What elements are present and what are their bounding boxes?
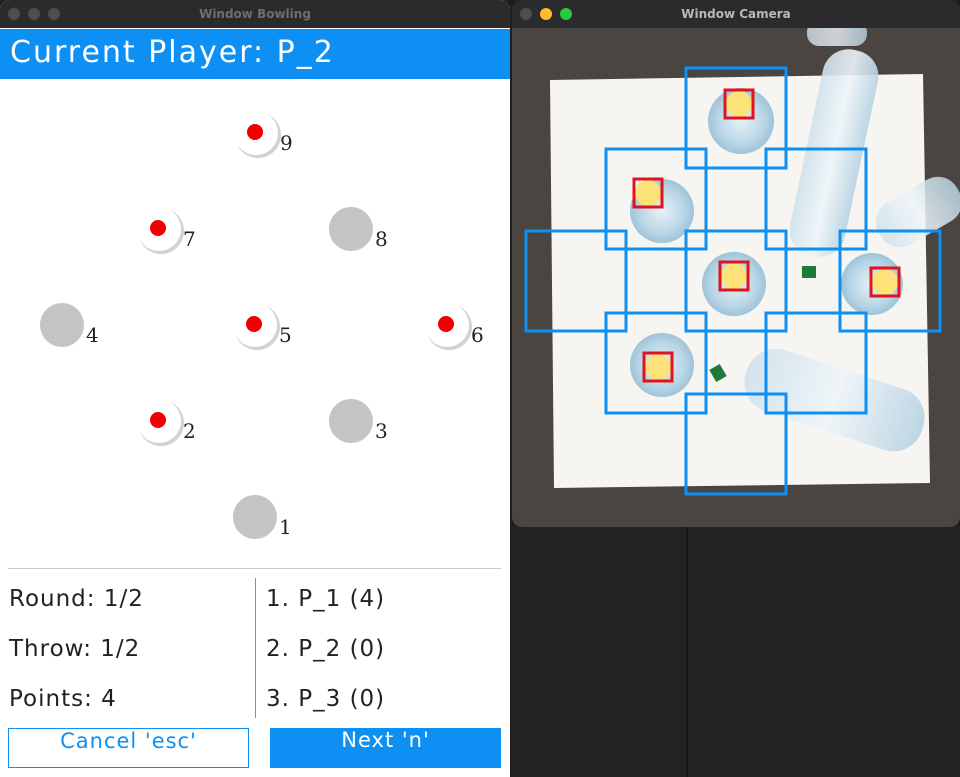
throw-label: Throw: 1/2 <box>9 636 141 662</box>
camera-window: Window Camera <box>512 0 960 527</box>
section-divider <box>8 568 501 569</box>
pin-1: 1 <box>233 495 292 539</box>
cancel-button[interactable]: Cancel 'esc' <box>8 728 249 768</box>
pin-number: 8 <box>375 227 388 251</box>
bowling-window: Window Bowling Current Player: P_2 9 7 8… <box>0 0 510 777</box>
pin-number: 6 <box>471 323 484 347</box>
ranking-item: 3. P_3 (0) <box>266 686 386 712</box>
desktop-divider <box>686 527 688 777</box>
zoom-button[interactable] <box>48 8 60 20</box>
close-button[interactable] <box>8 8 20 20</box>
pin-6: 6 <box>425 303 484 347</box>
pin-7: 7 <box>137 207 196 251</box>
pin-number: 1 <box>279 515 292 539</box>
pin-number: 3 <box>375 419 388 443</box>
pin-4: 4 <box>40 303 99 347</box>
camera-titlebar[interactable]: Window Camera <box>512 0 960 28</box>
current-player-label: Current Player: P_2 <box>10 35 335 70</box>
pin-5: 5 <box>233 303 292 347</box>
pin-number: 9 <box>280 131 293 155</box>
ranking-item: 2. P_2 (0) <box>266 636 386 662</box>
pin-3: 3 <box>329 399 388 443</box>
column-divider <box>255 578 256 718</box>
pin-8: 8 <box>329 207 388 251</box>
pin-standing-dot <box>247 124 263 140</box>
pin-2: 2 <box>137 399 196 443</box>
ranking-item: 1. P_1 (4) <box>266 586 386 612</box>
pin-standing-dot <box>246 316 262 332</box>
desktop-background <box>512 527 960 777</box>
lying-bottle <box>807 28 867 46</box>
pin-disc <box>329 207 373 251</box>
current-player-header: Current Player: P_2 <box>0 29 510 79</box>
zoom-button[interactable] <box>560 8 572 20</box>
window-title: Window Camera <box>681 7 791 21</box>
pin-number: 4 <box>86 323 99 347</box>
pin-9: 9 <box>234 111 293 155</box>
pin-disc <box>329 399 373 443</box>
window-title: Window Bowling <box>199 7 311 21</box>
pin-number: 5 <box>279 323 292 347</box>
minimize-button[interactable] <box>540 8 552 20</box>
pin-number: 7 <box>183 227 196 251</box>
pin-disc <box>233 495 277 539</box>
pin-disc <box>40 303 84 347</box>
round-label: Round: 1/2 <box>9 586 144 612</box>
pin-standing-dot <box>150 220 166 236</box>
next-button[interactable]: Next 'n' <box>270 728 501 768</box>
close-button[interactable] <box>520 8 532 20</box>
pin-standing-dot <box>438 316 454 332</box>
camera-feed <box>512 28 960 527</box>
bowling-titlebar[interactable]: Window Bowling <box>0 0 510 28</box>
minimize-button[interactable] <box>28 8 40 20</box>
bottle-cap <box>802 266 816 278</box>
pin-standing-dot <box>150 412 166 428</box>
pin-number: 2 <box>183 419 196 443</box>
points-label: Points: 4 <box>9 686 117 712</box>
